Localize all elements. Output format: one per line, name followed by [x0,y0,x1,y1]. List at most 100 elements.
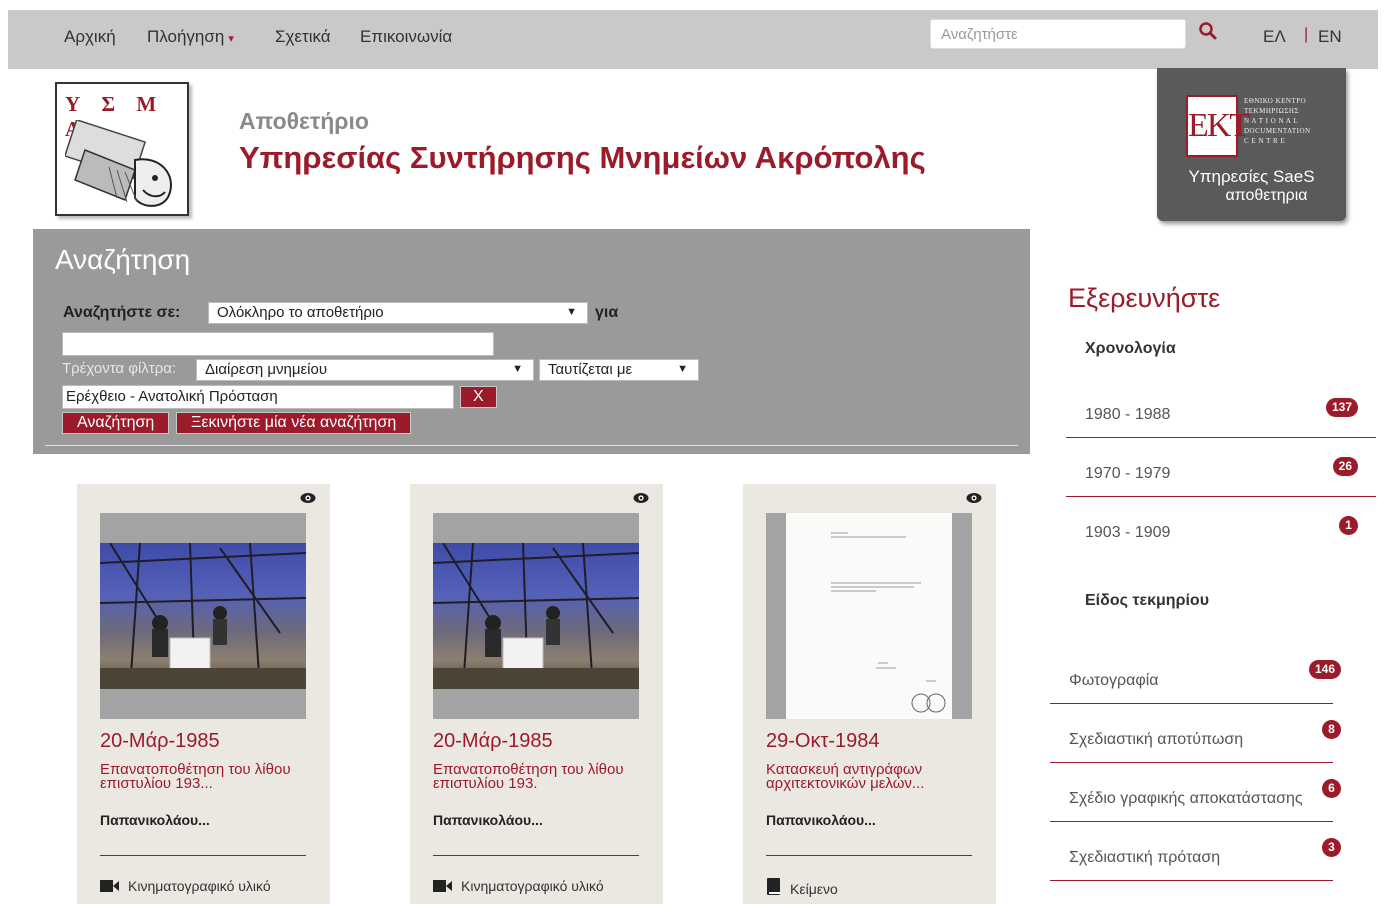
ekt-repositories: αποθετηρια [1225,187,1308,204]
eye-icon[interactable] [300,492,316,504]
facet-type-item[interactable]: Σχέδιο γραφικής αποκατάστασης 6 [1050,764,1341,822]
card-author: Παπανικολάου... [100,812,210,828]
count-badge: 3 [1322,838,1341,857]
lang-el-link[interactable]: ΕΛ [1263,27,1286,47]
facet-chronology-item[interactable]: 1970 - 1979 26 [1066,439,1376,497]
result-card[interactable]: 20-Μάρ-1985 Επανατοποθέτηση του λίθου επ… [77,484,330,904]
filter-operator-value: Ταυτίζεται με [548,361,633,378]
nav-about-link[interactable]: Σχετικά [275,27,331,47]
search-icon[interactable] [1198,21,1224,47]
facet-label: 1970 - 1979 [1085,465,1171,482]
query-input[interactable] [62,332,494,356]
new-search-button[interactable]: Ξεκινήστε μία νέα αναζήτηση [176,412,412,434]
card-type: Κείμενο [766,878,838,897]
document-page-image [786,513,952,719]
search-input[interactable] [930,19,1186,49]
lion-head-logo-icon [65,120,172,207]
caret-down-icon: ▼ [566,306,577,318]
card-type-label: Κινηματογραφικό υλικό [128,878,271,894]
card-author: Παπανικολάου... [433,812,543,828]
ekt-line-2: ΤΕΚΜΗΡΙΩΣΗΣ [1244,107,1300,115]
facet-type-item[interactable]: Φωτογραφία 146 [1050,646,1341,704]
top-navbar: Αρχική Πλοήγηση▾ Σχετικά Επικοινωνία ΕΛ … [8,10,1378,69]
caret-down-icon: ▼ [512,363,523,375]
filter-field-value: Διαίρεση μνημείου [205,361,328,378]
card-title[interactable]: Κατασκευή αντιγράφων αρχιτεκτονικών μελώ… [766,762,976,791]
current-filters-label: Τρέχοντα φίλτρα: [62,360,177,377]
facet-chronology-item[interactable]: 1903 - 1909 1 [1066,498,1376,556]
photo-image [100,543,306,689]
ysma-logo[interactable]: Υ Σ Μ Α [55,82,189,216]
nav-browse-dropdown[interactable]: Πλοήγηση ▾ [147,27,234,47]
caret-down-icon: ▼ [677,363,688,375]
result-card[interactable]: 20-Μάρ-1985 Επανατοποθέτηση του λίθου επ… [410,484,663,904]
count-badge: 1 [1339,516,1358,535]
result-card[interactable]: 29-Οκτ-1984 Κατασκευή αντιγράφων αρχιτεκ… [743,484,996,904]
card-type: Κινηματογραφικό υλικό [433,878,604,894]
ekt-line-5: C E N T R E [1244,137,1286,145]
scope-select-value: Ολόκληρο το αποθετήριο [217,304,384,321]
count-badge: 146 [1308,660,1341,679]
result-thumbnail[interactable] [100,513,306,719]
lang-en-link[interactable]: EN [1318,27,1342,47]
eye-icon[interactable] [633,492,649,504]
page-title: Υπηρεσίας Συντήρησης Μνημείων Ακρόπολης [239,140,926,175]
count-badge: 26 [1332,457,1358,476]
ekt-small-text: ΕΘΝΙΚΟ ΚΕΝΤΡΟ ΤΕΚΜΗΡΙΩΣΗΣ N A T I O N A … [1244,96,1339,146]
facet-label: Σχεδιαστική πρόταση [1069,849,1221,866]
facet-chronology-item[interactable]: 1980 - 1988 137 [1066,380,1376,438]
search-in-label: Αναζητήστε σε: [63,304,181,321]
repository-subtitle: Αποθετήριο [239,108,369,134]
card-date[interactable]: 20-Μάρ-1985 [100,730,220,753]
facet-type-item[interactable]: Σχεδιαστική αποτύπωση 8 [1050,705,1341,763]
caret-down-icon: ▾ [228,33,234,45]
result-thumbnail[interactable] [433,513,639,719]
facet-label: 1903 - 1909 [1085,524,1171,541]
filter-operator-select[interactable]: Ταυτίζεται με ▼ [539,359,699,381]
card-title[interactable]: Επανατοποθέτηση του λίθου επιστυλίου 193… [100,762,310,791]
video-camera-icon [433,880,452,892]
video-camera-icon [100,880,119,892]
ekt-mark: EKT [1186,95,1250,157]
eye-icon[interactable] [966,492,982,504]
count-badge: 6 [1322,779,1341,798]
nav-contact-link[interactable]: Επικοινωνία [360,27,452,47]
search-panel: Αναζήτηση Αναζητήστε σε: Ολόκληρο το απο… [33,229,1030,454]
search-heading: Αναζήτηση [55,244,191,275]
panel-divider [45,445,1018,446]
photo-image [433,543,639,689]
card-divider [433,855,639,856]
for-label: για [595,304,619,321]
card-date[interactable]: 29-Οκτ-1984 [766,730,880,753]
remove-filter-button[interactable]: X [460,386,497,408]
card-date[interactable]: 20-Μάρ-1985 [433,730,553,753]
lang-separator: | [1304,26,1309,43]
book-icon [767,878,780,895]
type-heading: Είδος τεκμηρίου [1085,592,1210,609]
result-thumbnail[interactable] [766,513,972,719]
chronology-heading: Χρονολογία [1085,340,1176,357]
facet-type-item[interactable]: Σχεδιαστική πρόταση 3 [1050,823,1341,881]
card-title[interactable]: Επανατοποθέτηση του λίθου επιστυλίου 193… [433,762,643,791]
nav-browse-label: Πλοήγηση [147,27,225,46]
facet-label: Σχέδιο γραφικής αποκατάστασης [1069,790,1303,807]
nav-home-link[interactable]: Αρχική [64,27,116,47]
card-divider [100,855,306,856]
filter-value-input[interactable]: Ερέχθειο - Ανατολική Πρόσταση [62,385,454,409]
card-type: Κινηματογραφικό υλικό [100,878,271,894]
count-badge: 137 [1325,398,1358,417]
count-badge: 8 [1322,720,1341,739]
facet-label: 1980 - 1988 [1085,406,1171,423]
ekt-line-4: DOCUMENTATION [1244,127,1311,135]
ekt-line-3: N A T I O N A L [1244,117,1299,125]
card-divider [766,855,972,856]
card-author: Παπανικολάου... [766,812,876,828]
facet-label: Σχεδιαστική αποτύπωση [1069,731,1244,748]
search-button[interactable]: Αναζήτηση [62,412,170,434]
ekt-line-1: ΕΘΝΙΚΟ ΚΕΝΤΡΟ [1244,97,1307,105]
facet-label: Φωτογραφία [1069,672,1159,689]
ekt-logo[interactable]: EKT ΕΘΝΙΚΟ ΚΕΝΤΡΟ ΤΕΚΜΗΡΙΩΣΗΣ N A T I O … [1157,68,1346,221]
filter-field-select[interactable]: Διαίρεση μνημείου ▼ [196,359,534,381]
scope-select[interactable]: Ολόκληρο το αποθετήριο ▼ [208,302,588,324]
ekt-services: Υπηρεσίες SaeS [1188,167,1315,186]
